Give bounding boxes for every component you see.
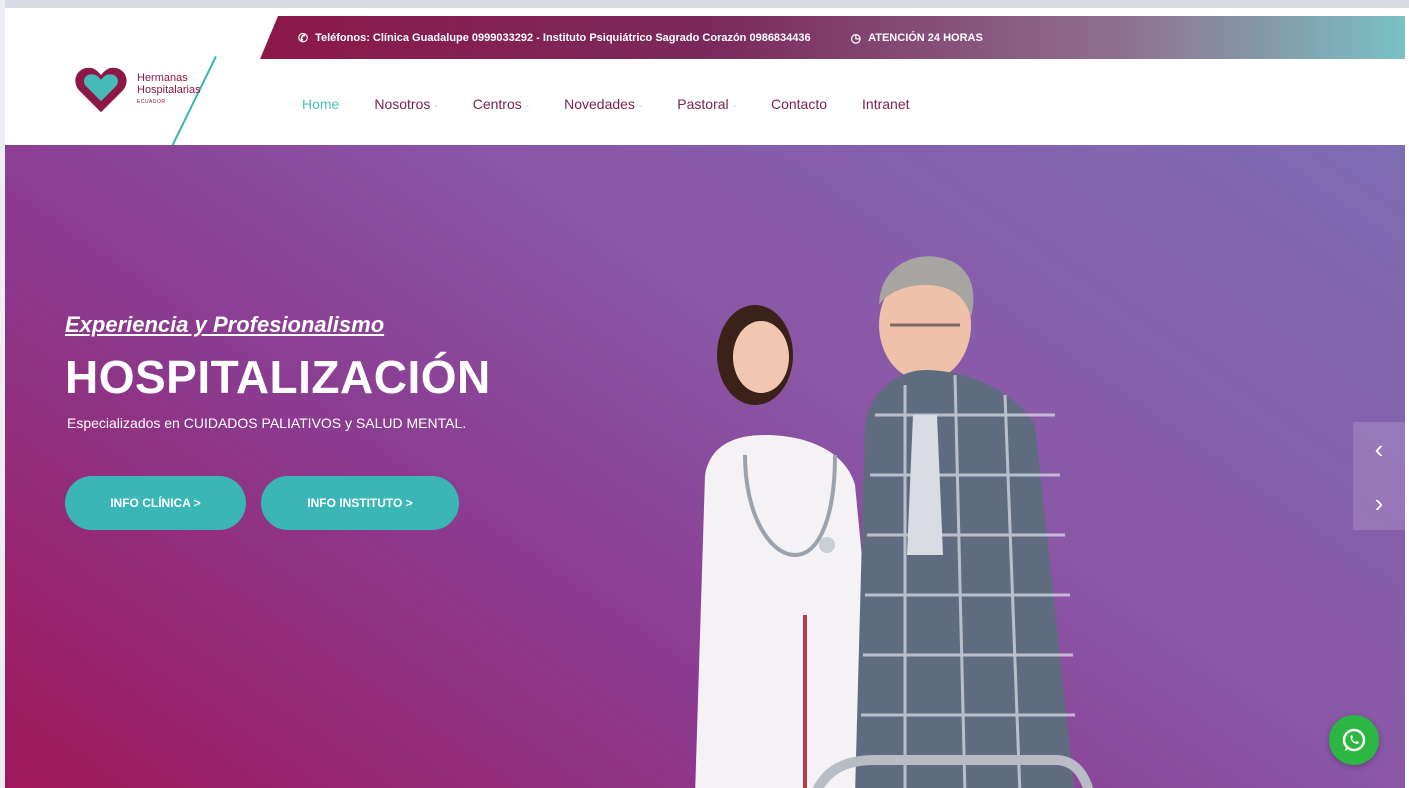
nav-item-novedades[interactable]: Novedades - (564, 96, 642, 112)
nav-item-nosotros[interactable]: Nosotros - (374, 96, 437, 112)
nav-item-home[interactable]: Home (302, 96, 339, 112)
contact-topbar: ✆ Teléfonos: Clínica Guadalupe 099903329… (260, 16, 1405, 59)
caret-icon: - (434, 101, 438, 112)
main-nav: Home Nosotros - Centros - Novedades - Pasto… (302, 96, 945, 112)
caret-icon: - (638, 101, 643, 112)
slider-next-button[interactable]: › (1353, 476, 1405, 530)
phone-icon: ✆ (298, 30, 309, 45)
info-clinica-button[interactable]: INFO CLÍNICA > (65, 476, 246, 530)
logo-line3: ECUADOR (137, 99, 166, 105)
info-instituto-button[interactable]: INFO INSTITUTO > (261, 476, 459, 530)
attention-text: ATENCIÓN 24 HORAS (868, 31, 983, 44)
logo-line1: Hermanas (137, 72, 188, 84)
nav-label: Home (302, 96, 340, 112)
nurse-and-patient-image (695, 256, 1094, 788)
nav-item-intranet[interactable]: Intranet (862, 96, 909, 112)
nav-label: Pastoral (677, 96, 729, 112)
whatsapp-icon (1342, 728, 1366, 752)
logo-text: Hermanas Hospitalarias ECUADOR (137, 72, 201, 108)
nav-label: Intranet (862, 96, 910, 112)
nav-label: Centros (472, 96, 522, 112)
hero-slider: Experiencia y Profesionalismo HOSPITALIZ… (5, 145, 1405, 788)
slider-prev-button[interactable]: ‹ (1353, 422, 1405, 476)
hero-subtitle: Especializados en CUIDADOS PALIATIVOS y … (67, 415, 467, 431)
nav-item-pastoral[interactable]: Pastoral - (677, 96, 736, 112)
caret-icon: - (525, 101, 530, 112)
whatsapp-button[interactable] (1329, 715, 1379, 765)
nav-item-contacto[interactable]: Contacto (771, 96, 827, 112)
hero-title: HOSPITALIZACIÓN (65, 351, 491, 403)
caret-icon: - (732, 101, 736, 112)
site-header: ✆ Teléfonos: Clínica Guadalupe 099903329… (5, 8, 1405, 145)
nav-item-centros[interactable]: Centros - (473, 96, 529, 112)
site-logo[interactable]: Hermanas Hospitalarias ECUADOR (73, 60, 223, 120)
heart-logo-icon (75, 67, 127, 113)
nav-label: Novedades (564, 96, 635, 112)
logo-line2: Hospitalarias (137, 84, 201, 96)
hero-kicker: Experiencia y Profesionalismo (65, 312, 385, 337)
phones-text: Teléfonos: Clínica Guadalupe 0999033292 … (315, 31, 811, 44)
nav-label: Nosotros (374, 96, 431, 112)
browser-frame-top (0, 0, 1409, 8)
nav-label: Contacto (770, 96, 828, 112)
clock-icon: ◷ (850, 30, 862, 45)
